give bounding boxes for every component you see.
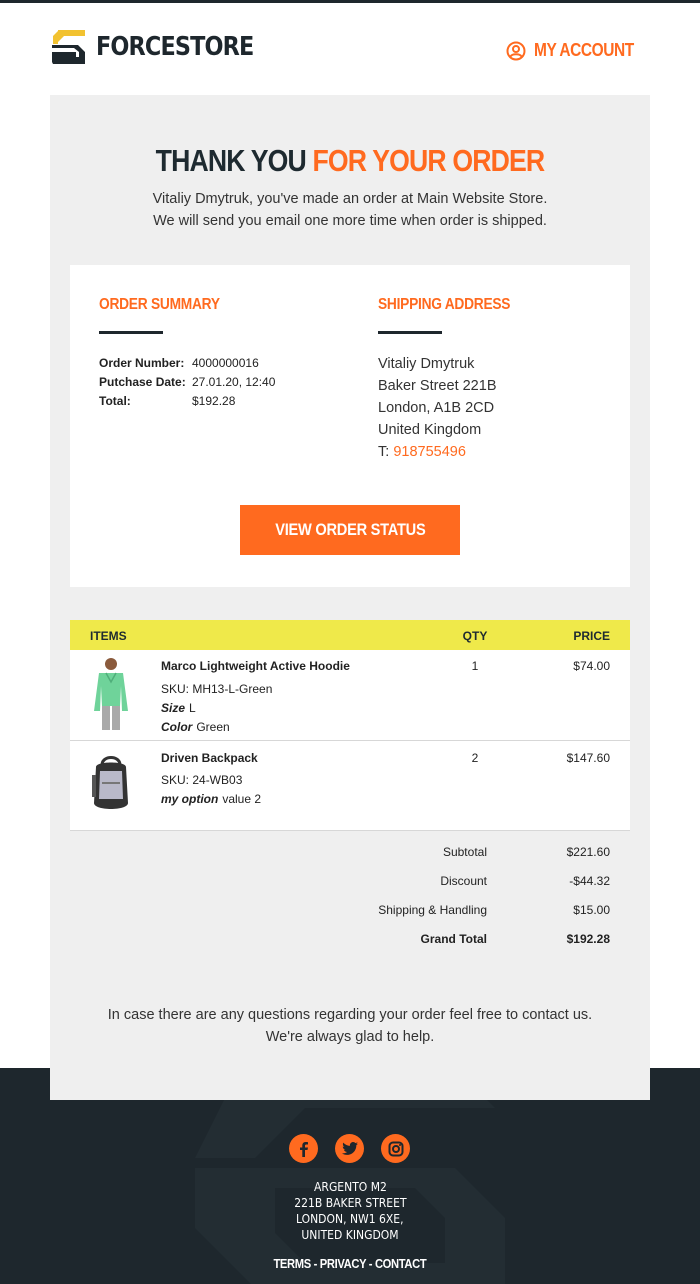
shipping-address-rule — [378, 331, 442, 334]
privacy-link[interactable]: PRIVACY — [320, 1256, 367, 1271]
facebook-icon[interactable] — [289, 1134, 318, 1163]
twitter-icon[interactable] — [335, 1134, 364, 1163]
order-totals: Subtotal $221.60 Discount -$44.32 Shipping… — [70, 845, 630, 961]
grand-total-row: Grand Total $192.28 — [420, 932, 610, 946]
user-icon — [506, 41, 526, 60]
brand-name: FORCESTORE — [96, 32, 254, 62]
shipping-address: Vitaliy Dmytruk Baker Street 221B London… — [378, 356, 497, 460]
thank-you-heading: THANK YOU FOR YOUR ORDER — [155, 143, 546, 178]
order-info-card: ORDER SUMMARY Order Number: 4000000016 Pu… — [70, 265, 630, 587]
footer-links: TERMS - PRIVACY - CONTACT — [273, 1256, 427, 1271]
phone-link[interactable]: 918755496 — [393, 444, 466, 460]
intro-text: Vitaliy Dmytruk, you've made an order at… — [152, 191, 548, 229]
shipping-address-title: SHIPPING ADDRESS — [378, 296, 511, 313]
my-account-label: MY ACCOUNT — [534, 40, 634, 60]
header: FORCESTORE MY ACCOUNT — [0, 3, 700, 95]
discount-row: Discount -$44.32 — [440, 874, 610, 888]
order-summary: Order Number: 4000000016 Putchase Date: 27… — [99, 356, 276, 408]
shipping-row: Shipping & Handling $15.00 — [378, 903, 610, 917]
order-summary-rule — [99, 331, 163, 334]
backpack-product-image — [92, 756, 128, 809]
instagram-icon[interactable] — [381, 1134, 410, 1163]
store-address: ARGENTO M2 221B BAKER STREET LONDON, NW1… — [293, 1180, 407, 1242]
footer — [0, 1068, 700, 1284]
forcestore-logo-icon — [52, 30, 85, 64]
items-table: ITEMS QTY PRICE Marco Lightweight Active… — [70, 620, 630, 831]
closing-text: In case there are any questions regardin… — [107, 1007, 593, 1045]
email-body-panel: THANK YOU FOR YOUR ORDER Vitaliy Dmytruk… — [50, 95, 650, 1100]
my-account-link[interactable]: MY ACCOUNT — [506, 40, 650, 61]
social-links — [289, 1134, 410, 1163]
terms-link[interactable]: TERMS — [274, 1256, 312, 1271]
hoodie-product-image — [94, 658, 128, 730]
view-order-status-button[interactable]: VIEW ORDER STATUS — [240, 505, 460, 555]
table-row: Marco Lightweight Active Hoodie SKU: MH1… — [70, 650, 630, 741]
logo[interactable]: FORCESTORE — [52, 30, 279, 64]
items-table-header: ITEMS QTY PRICE — [70, 620, 630, 650]
order-summary-title: ORDER SUMMARY — [99, 296, 220, 313]
subtotal-row: Subtotal $221.60 — [442, 845, 610, 859]
contact-link[interactable]: CONTACT — [375, 1256, 427, 1271]
table-row: Driven Backpack SKU: 24-WB03 my option va… — [70, 741, 630, 831]
